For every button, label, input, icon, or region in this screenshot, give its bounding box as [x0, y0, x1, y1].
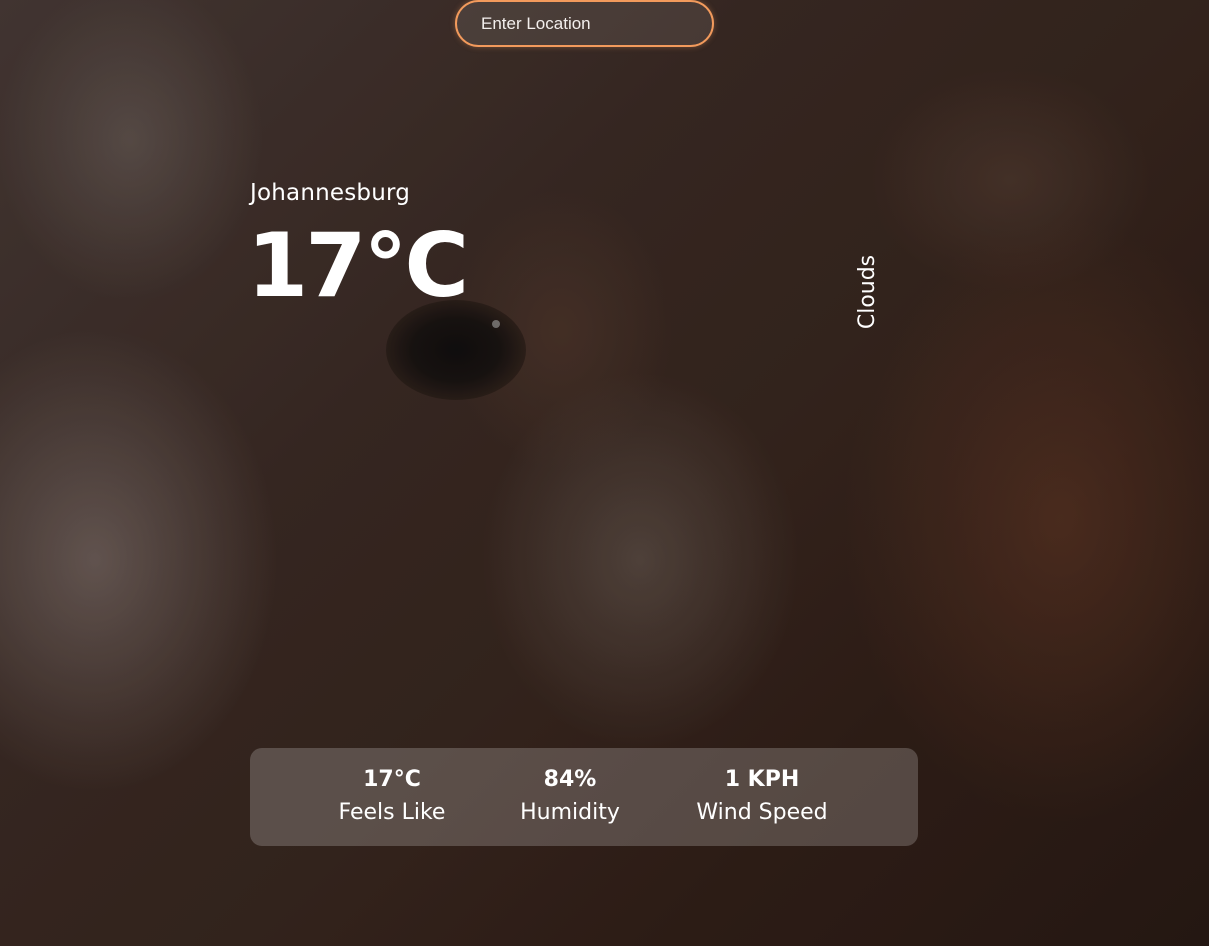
search-bar — [455, 0, 714, 47]
humidity-value: 84% — [543, 767, 597, 792]
weather-condition: Clouds — [855, 254, 880, 330]
location-name: Johannesburg — [250, 180, 411, 206]
wind-speed-stat: 1 KPH Wind Speed — [682, 764, 842, 830]
feels-like-value: 17°C — [363, 767, 421, 792]
weather-details-panel: 17°C Feels Like 84% Humidity 1 KPH Wind … — [250, 748, 918, 846]
humidity-stat: 84% Humidity — [505, 764, 635, 830]
current-temperature: 17°C — [247, 214, 469, 317]
feels-like-stat: 17°C Feels Like — [322, 764, 462, 830]
humidity-label: Humidity — [520, 800, 620, 825]
feels-like-label: Feels Like — [338, 800, 446, 825]
wind-speed-value: 1 KPH — [724, 767, 800, 792]
location-search-input[interactable] — [455, 0, 714, 47]
wind-speed-label: Wind Speed — [696, 800, 828, 825]
weather-app: Johannesburg 17°C Clouds 17°C Feels Like… — [0, 0, 1209, 946]
